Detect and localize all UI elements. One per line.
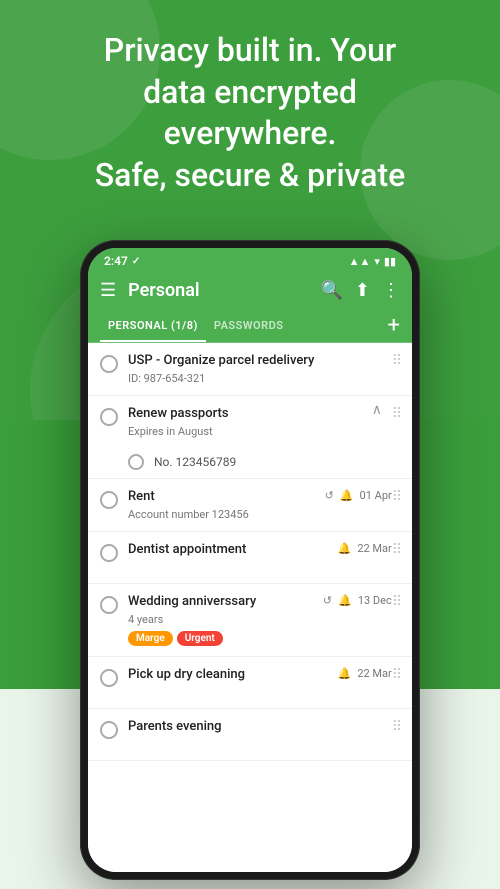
item-date: 22 Mar (357, 542, 391, 555)
item-checkbox[interactable] (100, 408, 118, 426)
list-item[interactable]: Pick up dry cleaning 🔔 22 Mar ⠿ (88, 657, 412, 709)
item-content: Renew passports Expires in August (128, 406, 392, 438)
repeat-icon: ↺ (323, 594, 332, 607)
item-content: Parents evening (128, 719, 392, 736)
item-title: Rent (128, 489, 319, 506)
tab-bar: PERSONAL (1/8) PASSWORDS + (88, 309, 412, 343)
item-title: Dentist appointment (128, 542, 332, 559)
item-title: Parents evening (128, 719, 392, 736)
repeat-icon: ↺ (325, 489, 334, 502)
phone-screen: 2:47 ✓ ▲▲ ▾ ▮▮ ☰ Personal 🔍 ⬆ ⋮ PERSONAL (88, 248, 412, 872)
item-title: Wedding anniverssary (128, 594, 317, 611)
item-checkbox[interactable] (100, 721, 118, 739)
item-date: 13 Dec (358, 594, 392, 607)
drag-handle-icon[interactable]: ⠿ (392, 667, 402, 683)
item-content: Rent Account number 123456 (128, 489, 319, 521)
status-icons: ▲▲ ▾ ▮▮ (349, 255, 396, 268)
item-date: 01 Apr (360, 489, 392, 502)
task-list: USP - Organize parcel redelivery ID: 987… (88, 343, 412, 872)
item-subtitle: Expires in August (128, 425, 392, 438)
item-checkbox[interactable] (100, 669, 118, 687)
item-meta: 🔔 22 Mar (338, 667, 392, 680)
bell-icon: 🔔 (338, 667, 352, 680)
drag-handle-icon[interactable]: ⠿ (392, 594, 402, 610)
item-content: Dentist appointment (128, 542, 332, 559)
item-date: 22 Mar (357, 667, 391, 680)
hero-title: Privacy built in. Your data encrypted ev… (0, 30, 500, 196)
bell-icon: 🔔 (338, 594, 352, 607)
drag-handle-icon[interactable]: ⠿ (392, 719, 402, 735)
item-meta: ↺ 🔔 13 Dec (323, 594, 392, 607)
sub-title: No. 123456789 (154, 455, 236, 469)
toolbar-title: Personal (128, 280, 308, 301)
sub-checkbox[interactable] (128, 454, 144, 470)
add-tab-button[interactable]: + (388, 315, 400, 337)
list-item[interactable]: USP - Organize parcel redelivery ID: 987… (88, 343, 412, 396)
item-checkbox[interactable] (100, 596, 118, 614)
drag-handle-icon[interactable]: ⠿ (392, 353, 402, 369)
status-bar: 2:47 ✓ ▲▲ ▾ ▮▮ (88, 248, 412, 272)
drag-handle-icon[interactable]: ⠿ (392, 406, 402, 422)
item-meta: 🔔 22 Mar (338, 542, 392, 555)
menu-icon[interactable]: ☰ (100, 280, 116, 301)
item-checkbox[interactable] (100, 491, 118, 509)
list-item[interactable]: Rent Account number 123456 ↺ 🔔 01 Apr ⠿ (88, 479, 412, 532)
list-item[interactable]: Wedding anniverssary 4 years Marge Urgent… (88, 584, 412, 657)
item-meta: ↺ 🔔 01 Apr (325, 489, 392, 502)
more-icon[interactable]: ⋮ (382, 280, 400, 301)
list-item[interactable]: Dentist appointment 🔔 22 Mar ⠿ (88, 532, 412, 584)
item-title: Renew passports (128, 406, 392, 423)
signal-icon: ▲▲ (349, 255, 371, 268)
item-subtitle: ID: 987-654-321 (128, 372, 392, 385)
item-content: Pick up dry cleaning (128, 667, 332, 684)
wifi-icon: ▾ (374, 255, 380, 268)
status-time: 2:47 ✓ (104, 254, 140, 268)
app-toolbar: ☰ Personal 🔍 ⬆ ⋮ (88, 272, 412, 309)
list-item[interactable]: Renew passports Expires in August ∧ ⠿ (88, 396, 412, 448)
item-content: Wedding anniverssary 4 years Marge Urgent (128, 594, 317, 646)
tab-personal[interactable]: PERSONAL (1/8) (100, 309, 206, 342)
battery-icon: ▮▮ (384, 255, 396, 268)
bell-icon: 🔔 (338, 542, 352, 555)
bell-icon: 🔔 (340, 489, 354, 502)
tab-passwords[interactable]: PASSWORDS (206, 309, 292, 342)
sub-list-item[interactable]: No. 123456789 (88, 448, 412, 479)
share-icon[interactable]: ⬆ (355, 280, 370, 301)
phone-outer: 2:47 ✓ ▲▲ ▾ ▮▮ ☰ Personal 🔍 ⬆ ⋮ PERSONAL (80, 240, 420, 880)
list-item[interactable]: Parents evening ⠿ (88, 709, 412, 761)
phone-mockup: 2:47 ✓ ▲▲ ▾ ▮▮ ☰ Personal 🔍 ⬆ ⋮ PERSONAL (80, 240, 420, 880)
search-icon[interactable]: 🔍 (320, 280, 342, 301)
item-content: USP - Organize parcel redelivery ID: 987… (128, 353, 392, 385)
collapse-icon[interactable]: ∧ (372, 402, 382, 418)
item-checkbox[interactable] (100, 355, 118, 373)
item-subtitle: 4 years (128, 613, 317, 626)
drag-handle-icon[interactable]: ⠿ (392, 489, 402, 505)
item-subtitle: Account number 123456 (128, 508, 319, 521)
hero-section: Privacy built in. Your data encrypted ev… (0, 30, 500, 196)
item-checkbox[interactable] (100, 544, 118, 562)
drag-handle-icon[interactable]: ⠿ (392, 542, 402, 558)
tag: Urgent (177, 631, 223, 646)
item-title: USP - Organize parcel redelivery (128, 353, 392, 370)
item-title: Pick up dry cleaning (128, 667, 332, 684)
tag: Marge (128, 631, 173, 646)
